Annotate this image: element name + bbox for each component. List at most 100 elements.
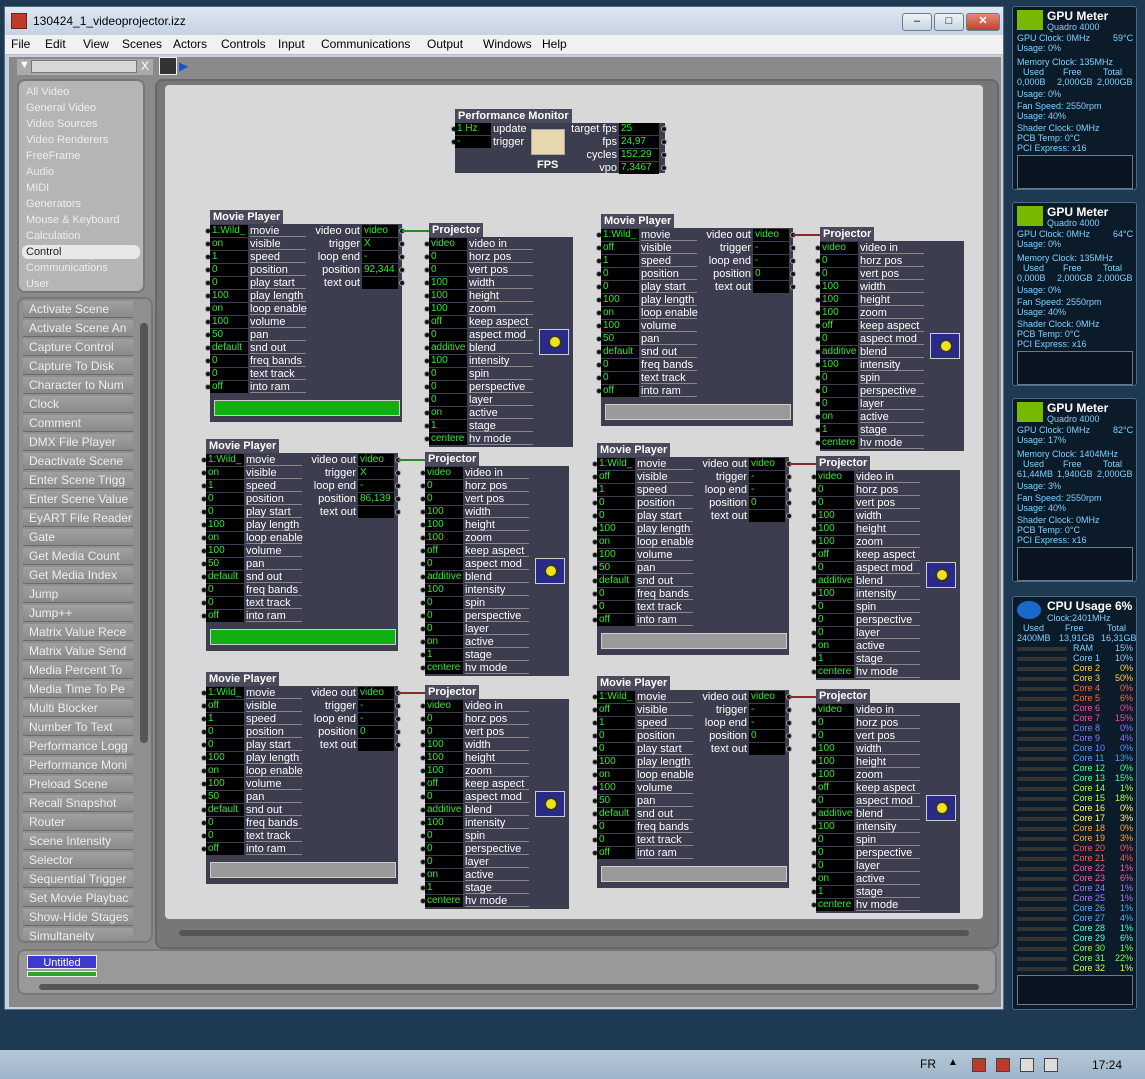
input-value[interactable]: 100: [816, 756, 854, 768]
input-value[interactable]: 0: [206, 493, 244, 505]
actor-item[interactable]: Gate: [23, 529, 133, 546]
actor-item[interactable]: Selector: [23, 852, 133, 869]
input-value[interactable]: off: [210, 381, 248, 393]
input-value[interactable]: 0: [816, 834, 854, 846]
input-value[interactable]: 1: [210, 251, 248, 263]
category-item[interactable]: All Video: [22, 85, 140, 99]
output-port[interactable]: [661, 139, 667, 145]
projector-actor[interactable]: Projector video video in 0 horz pos 0 vert pos…: [815, 227, 964, 451]
category-item[interactable]: General Video: [22, 101, 140, 115]
input-value[interactable]: off: [206, 843, 244, 855]
input-value[interactable]: 50: [210, 329, 248, 341]
input-value[interactable]: 100: [816, 588, 854, 600]
input-value[interactable]: 100: [425, 765, 463, 777]
input-value[interactable]: 0: [206, 726, 244, 738]
actor-item[interactable]: Scene Intensity: [23, 833, 133, 850]
input-value[interactable]: default: [597, 575, 635, 587]
input-value[interactable]: 1: [425, 882, 463, 894]
actor-item[interactable]: Performance Logg: [23, 738, 133, 755]
input-value[interactable]: 100: [425, 584, 463, 596]
input-value[interactable]: 0: [425, 493, 463, 505]
input-value[interactable]: 0: [425, 830, 463, 842]
input-value[interactable]: 100: [425, 532, 463, 544]
output-port[interactable]: [786, 487, 792, 493]
input-value[interactable]: 0: [820, 268, 858, 280]
input-value[interactable]: 0: [206, 597, 244, 609]
input-value[interactable]: on: [210, 238, 248, 250]
output-port[interactable]: [786, 513, 792, 519]
category-item[interactable]: Calculation: [22, 229, 140, 243]
output-port[interactable]: [661, 165, 667, 171]
input-value[interactable]: 100: [816, 523, 854, 535]
scene-list-scrollbar[interactable]: [39, 983, 989, 991]
input-value[interactable]: additive: [816, 575, 854, 587]
menu-output[interactable]: Output: [427, 37, 463, 51]
input-value[interactable]: off: [601, 242, 639, 254]
movie-player-actor[interactable]: Movie Player 1:Wild_ movie off visible 1 speed…: [592, 443, 792, 655]
input-value[interactable]: 0: [816, 860, 854, 872]
tray-app-icon[interactable]: [972, 1058, 986, 1072]
input-value[interactable]: 0: [597, 730, 635, 742]
output-port[interactable]: [395, 470, 401, 476]
actor-item[interactable]: Media Time To Pe: [23, 681, 133, 698]
dropdown-icon[interactable]: ▼: [19, 59, 30, 71]
input-value[interactable]: centere: [425, 662, 463, 674]
input-value[interactable]: 1: [597, 484, 635, 496]
input-value[interactable]: 1: [816, 653, 854, 665]
input-value[interactable]: off: [206, 700, 244, 712]
input-value[interactable]: 0: [597, 834, 635, 846]
input-value[interactable]: default: [601, 346, 639, 358]
tray-app-icon[interactable]: [996, 1058, 1010, 1072]
input-value[interactable]: default: [206, 804, 244, 816]
input-value[interactable]: 1:Wild_: [597, 691, 635, 703]
menu-windows[interactable]: Windows: [483, 37, 532, 51]
input-value[interactable]: 0: [597, 821, 635, 833]
input-value[interactable]: on: [816, 640, 854, 652]
output-port[interactable]: [661, 152, 667, 158]
output-port[interactable]: [786, 746, 792, 752]
actor-item[interactable]: Capture Control: [23, 339, 133, 356]
actor-item[interactable]: Get Media Count: [23, 548, 133, 565]
input-value[interactable]: 0: [425, 843, 463, 855]
input-value[interactable]: 0: [429, 368, 467, 380]
output-port[interactable]: [399, 267, 405, 273]
volume-icon[interactable]: [1044, 1058, 1058, 1072]
input-value[interactable]: 1:Wild_: [210, 225, 248, 237]
input-value[interactable]: 0: [816, 497, 854, 509]
output-port[interactable]: [399, 280, 405, 286]
menu-actors[interactable]: Actors: [173, 37, 207, 51]
actor-item[interactable]: EyART File Reader: [23, 510, 133, 527]
menu-scenes[interactable]: Scenes: [122, 37, 162, 51]
input-value[interactable]: centere: [816, 899, 854, 911]
input-value[interactable]: 100: [601, 294, 639, 306]
actor-item[interactable]: Set Movie Playbac: [23, 890, 133, 907]
output-port[interactable]: [395, 742, 401, 748]
language-indicator[interactable]: FR: [920, 1057, 936, 1071]
input-value[interactable]: additive: [425, 804, 463, 816]
actor-item[interactable]: Activate Scene: [23, 301, 133, 318]
category-item[interactable]: Video Renderers: [22, 133, 140, 147]
input-value[interactable]: on: [820, 411, 858, 423]
actor-item[interactable]: Jump++: [23, 605, 133, 622]
projector-actor[interactable]: Projector video video in 0 horz pos 0 vert pos…: [811, 689, 960, 913]
input-value[interactable]: 0: [429, 251, 467, 263]
actor-item[interactable]: Matrix Value Send: [23, 643, 133, 660]
input-value[interactable]: 0: [206, 506, 244, 518]
actor-item[interactable]: Activate Scene An: [23, 320, 133, 337]
category-item[interactable]: Mouse & Keyboard: [22, 213, 140, 227]
input-value[interactable]: 0: [425, 856, 463, 868]
input-value[interactable]: 1 Hz: [455, 123, 491, 135]
input-value[interactable]: 100: [206, 545, 244, 557]
input-value[interactable]: 50: [597, 562, 635, 574]
input-value[interactable]: 0: [816, 730, 854, 742]
input-value[interactable]: 100: [210, 290, 248, 302]
input-value[interactable]: 100: [601, 320, 639, 332]
input-value[interactable]: 1: [425, 649, 463, 661]
actor-item[interactable]: Media Percent To: [23, 662, 133, 679]
input-value[interactable]: off: [820, 320, 858, 332]
input-value[interactable]: 1: [597, 717, 635, 729]
play-icon[interactable]: ▶: [179, 59, 188, 73]
input-value[interactable]: 0: [425, 791, 463, 803]
output-port[interactable]: [790, 245, 796, 251]
input-value[interactable]: 0: [601, 359, 639, 371]
